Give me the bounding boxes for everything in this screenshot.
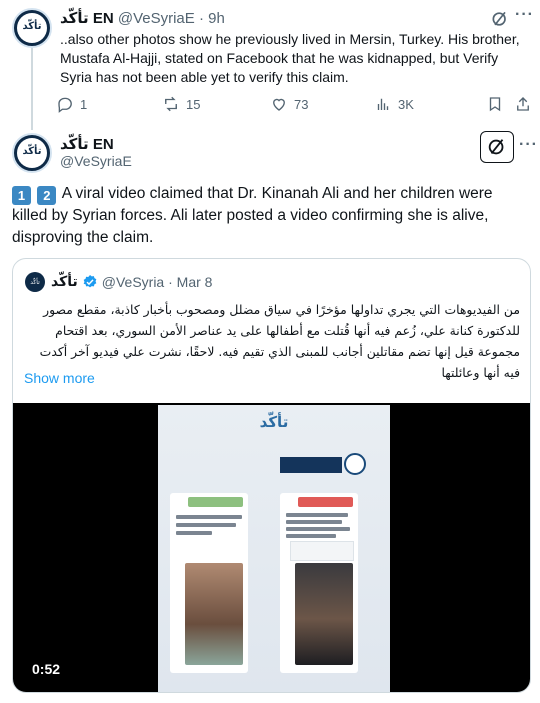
repost-count: 15 (186, 96, 201, 112)
share-icon (517, 97, 529, 111)
grok-button[interactable] (480, 131, 514, 163)
reply-button[interactable]: 1 (56, 92, 87, 116)
display-name[interactable]: تأكّد EN (60, 9, 114, 27)
truth-panel (170, 493, 248, 673)
avatar[interactable]: تأكّد (12, 8, 52, 48)
video-thumbnail: تأكّد (158, 405, 390, 692)
handle[interactable]: @VeSyria (102, 274, 164, 290)
quoted-tweet-text: من الفيديوهات التي يجري تداولها مؤخرًا ف… (39, 302, 520, 380)
like-button[interactable]: 73 (270, 92, 308, 116)
tweet-header: تأكّد EN @VeSyriaE · 9h (60, 8, 225, 29)
false-label-banner (280, 457, 342, 473)
handle[interactable]: @VeSyriaE (118, 10, 195, 27)
grok-icon[interactable] (490, 9, 510, 29)
share-button[interactable] (514, 92, 538, 116)
grok-icon (488, 139, 504, 155)
video-logo: تأكّد (259, 413, 289, 431)
tweet-text: 1 2 A viral video claimed that Dr. Kinan… (12, 183, 528, 249)
more-options-icon[interactable]: ··· (515, 6, 534, 24)
handle[interactable]: @VeSyriaE (60, 152, 132, 170)
tweet-text: ..also other photos show he previously l… (60, 31, 520, 85)
avatar[interactable]: تأكّد (12, 133, 52, 173)
video-still-photo (295, 563, 353, 665)
reply-icon (58, 97, 72, 113)
tweet-actions: 1 15 73 3K (56, 92, 536, 116)
like-count: 73 (294, 96, 309, 112)
claim-panel (280, 493, 358, 673)
more-options-icon[interactable]: ··· (519, 136, 538, 154)
view-count: 3K (398, 96, 414, 112)
repost-button[interactable]: 15 (162, 92, 200, 116)
quoted-tweet-header: تأكّد تأكّد @VeSyria · Mar 8 (25, 271, 212, 293)
avatar[interactable]: تأكّد (25, 272, 45, 292)
timestamp[interactable]: 9h (208, 10, 225, 27)
heart-icon (273, 98, 285, 111)
analytics-icon (377, 98, 389, 110)
video-duration: 0:52 (32, 661, 61, 677)
views-button[interactable]: 3K (374, 92, 414, 116)
claim-tag (298, 497, 353, 507)
timestamp[interactable]: Mar 8 (177, 274, 213, 290)
quoted-tweet-card[interactable]: تأكّد تأكّد @VeSyria · Mar 8 من الفيديوه… (12, 258, 531, 693)
video-player[interactable]: تأكّد 0:52 (13, 403, 530, 692)
post-screenshot (290, 541, 354, 561)
keycap-1-icon: 1 (12, 186, 31, 205)
verify-seal-icon (344, 453, 366, 475)
thread-connector-line (31, 48, 33, 130)
reply-count: 1 (80, 96, 88, 112)
tweet-text-body: A viral video claimed that Dr. Kinanah A… (12, 185, 493, 246)
separator-dot: · (198, 10, 204, 27)
verified-badge-icon (83, 275, 97, 288)
separator-dot: · (164, 274, 177, 290)
show-more-link[interactable]: Show more (24, 370, 95, 386)
display-name[interactable]: تأكّد (51, 274, 78, 290)
avatar-logo-text: تأكّد (22, 146, 42, 157)
repost-icon (165, 96, 177, 112)
bookmark-icon (489, 97, 501, 112)
keycap-2-icon: 2 (37, 186, 57, 205)
truth-tag (188, 497, 243, 507)
bookmark-button[interactable] (486, 92, 510, 116)
avatar-logo-text: تأكّد (22, 21, 42, 32)
woman-photo (185, 563, 243, 665)
